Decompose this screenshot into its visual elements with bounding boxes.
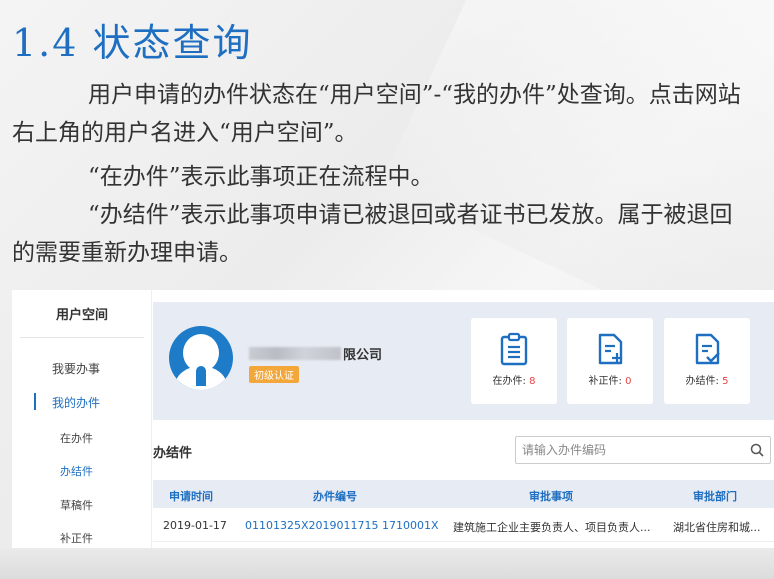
redacted-text (249, 346, 341, 360)
column-header-code: 办件编号 (313, 490, 357, 503)
slide-paragraph-3: “办结件”表示此事项申请已被退回或者证书已发放。属于被退回的需要重新办理申请。 (12, 196, 752, 272)
stat-card-in-progress[interactable]: 在办件: 8 (471, 318, 557, 404)
sidebar-item-my-cases[interactable]: 我的办件 (33, 393, 100, 411)
table-header: 申请时间 办件编号 审批事项 审批部门 (153, 480, 774, 508)
slide-title: 1.4 状态查询 (12, 21, 253, 65)
certification-badge: 初级认证 (249, 366, 299, 383)
stat-count-in-progress: 8 (529, 376, 536, 387)
column-header-date: 申请时间 (169, 490, 213, 503)
cell-dept: 湖北省住房和城... (673, 521, 761, 534)
stat-count-corrections: 0 (625, 376, 632, 387)
sidebar-item-drafts[interactable]: 草稿件 (60, 497, 93, 513)
sidebar: 用户空间 我要办事 我的办件 在办件 办结件 草稿件 补正件 (12, 290, 152, 550)
slide-paragraph-3-text: “办结件”表示此事项申请已被退回或者证书已发放。属于被退回的需要重新办理申请。 (12, 202, 733, 266)
stat-card-completed[interactable]: 办结件: 5 (664, 318, 750, 404)
slide-background: 1.4 状态查询 用户申请的办件状态在“用户空间”-“我的办件”处查询。点击网站… (0, 0, 774, 579)
slide-paragraph-1: 用户申请的办件状态在“用户空间”-“我的办件”处查询。点击网站右上角的用户名进入… (12, 76, 752, 152)
table-row[interactable]: 2019-01-17 01101325X2019011715 1710001X … (153, 508, 774, 542)
stat-label-completed: 办结件: 5 (685, 376, 729, 387)
avatar (169, 326, 233, 390)
cell-code-link[interactable]: 01101325X2019011715 1710001X (245, 519, 439, 532)
stat-card-corrections[interactable]: 补正件: 0 (567, 318, 653, 404)
profile-header: 限公司 初级认证 在办件: 8 补正件: 0 办结件: 5 (153, 302, 774, 420)
list-title: 办结件 (153, 446, 193, 461)
document-plus-icon (598, 333, 623, 365)
company-name-suffix: 限公司 (343, 347, 383, 363)
cell-date: 2019-01-17 (163, 519, 227, 532)
main-panel: 限公司 初级认证 在办件: 8 补正件: 0 办结件: 5 办结件 请输入办件编… (153, 290, 774, 550)
sidebar-item-corrections[interactable]: 补正件 (60, 530, 93, 546)
document-check-icon (695, 333, 720, 365)
company-name: 限公司 (249, 344, 383, 363)
sidebar-item-completed[interactable]: 办结件 (60, 463, 93, 479)
stat-label-corrections: 补正件: 0 (588, 376, 632, 387)
column-header-dept: 审批部门 (693, 490, 737, 503)
search-input[interactable] (522, 441, 742, 459)
user-space-screenshot: 用户空间 我要办事 我的办件 在办件 办结件 草稿件 补正件 限公司 初级认证 (12, 290, 774, 550)
stat-count-completed: 5 (722, 376, 729, 387)
bottom-strip (0, 548, 774, 579)
sidebar-item-todo[interactable]: 我要办事 (52, 360, 100, 377)
sidebar-title: 用户空间 (20, 304, 144, 338)
slide-paragraph-1-text: 用户申请的办件状态在“用户空间”-“我的办件”处查询。点击网站右上角的用户名进入… (12, 82, 741, 146)
search-icon[interactable] (750, 443, 764, 457)
cell-item: 建筑施工企业主要负责人、项目负责人... (453, 521, 651, 534)
slide-paragraph-2: “在办件”表示此事项正在流程中。 (12, 158, 752, 196)
slide-paragraph-2-text: “在办件”表示此事项正在流程中。 (88, 164, 434, 190)
stat-label-in-progress: 在办件: 8 (492, 376, 536, 387)
sidebar-item-in-progress[interactable]: 在办件 (60, 430, 93, 446)
search-box[interactable] (515, 436, 771, 464)
column-header-item: 审批事项 (529, 490, 573, 503)
clipboard-list-icon (500, 332, 528, 366)
